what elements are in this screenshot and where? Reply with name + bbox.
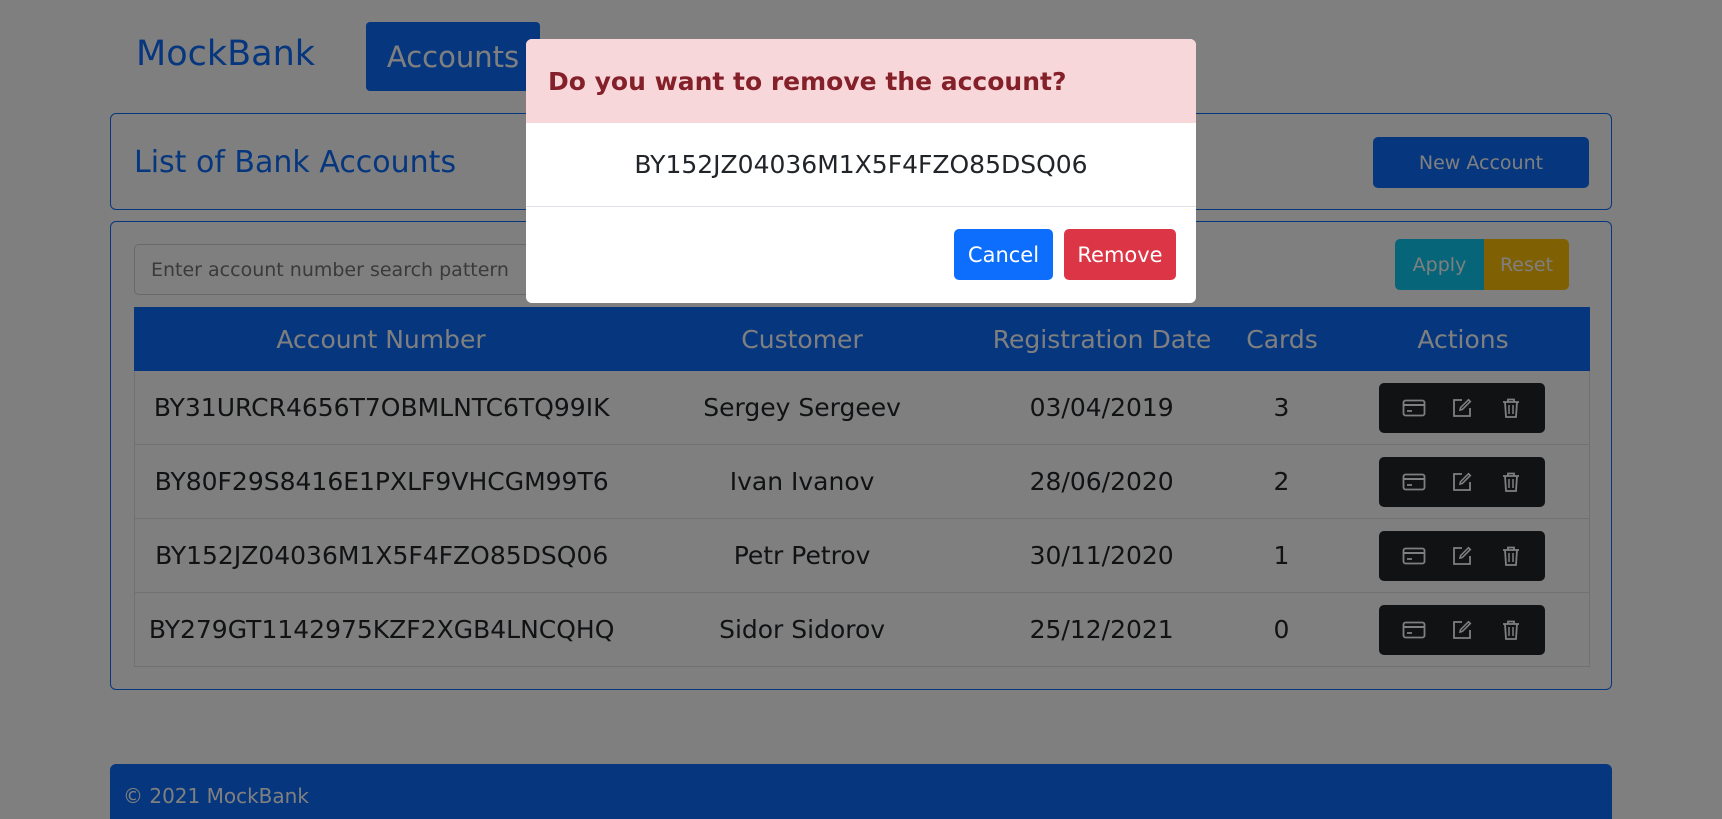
remove-button[interactable]: Remove bbox=[1064, 229, 1176, 280]
dialog-title: Do you want to remove the account? bbox=[548, 66, 1067, 96]
dialog-footer: Cancel Remove bbox=[526, 207, 1196, 303]
cancel-button[interactable]: Cancel bbox=[954, 229, 1053, 280]
dialog-body: BY152JZ04036M1X5F4FZO85DSQ06 bbox=[526, 123, 1196, 207]
dialog-account-number: BY152JZ04036M1X5F4FZO85DSQ06 bbox=[634, 150, 1088, 179]
remove-account-dialog: Do you want to remove the account? BY152… bbox=[526, 39, 1196, 303]
dialog-header: Do you want to remove the account? bbox=[526, 39, 1196, 123]
